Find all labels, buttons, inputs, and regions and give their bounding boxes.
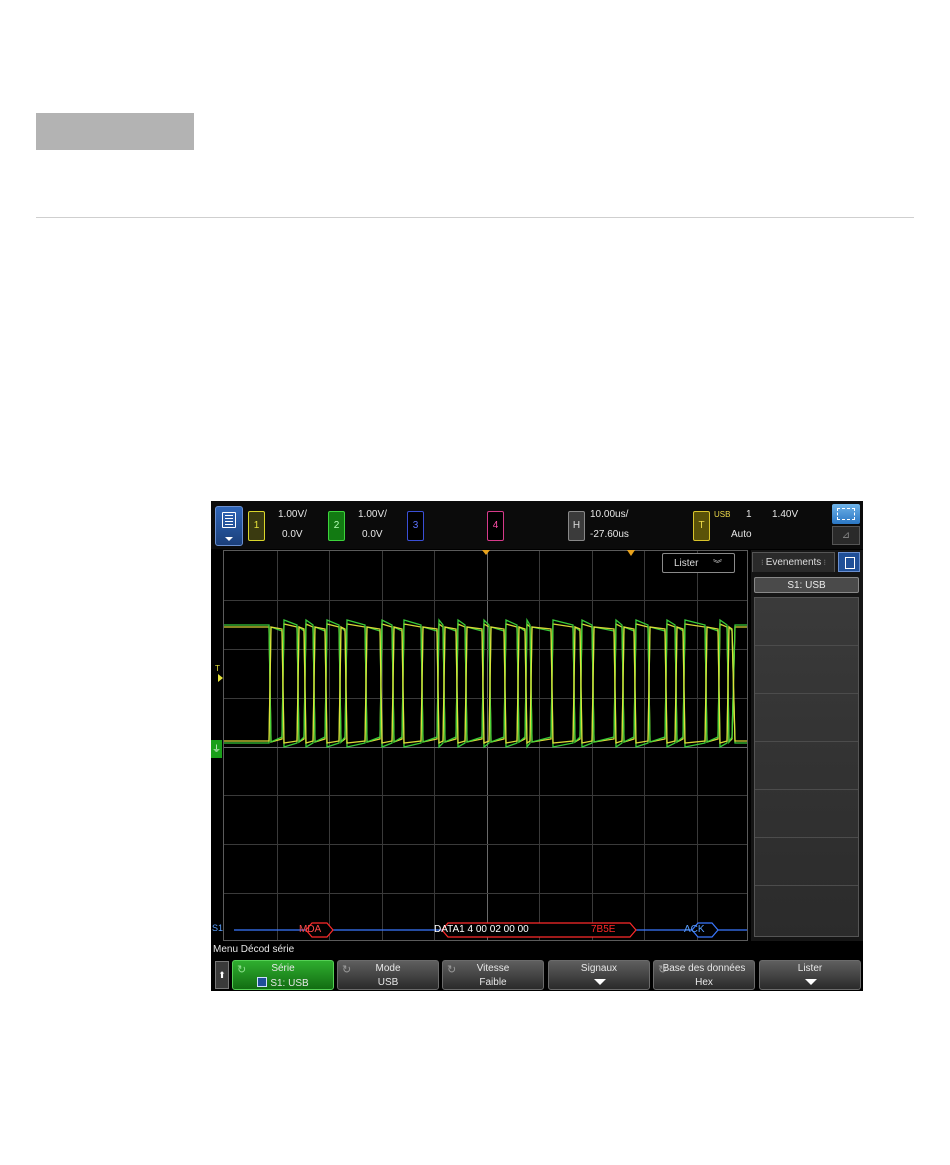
waveform-trace bbox=[224, 625, 747, 745]
decode-packet-data1: DATA1 4 00 02 00 00 bbox=[434, 924, 529, 935]
events-list[interactable] bbox=[754, 597, 859, 937]
trigger-channel: 1 bbox=[746, 509, 752, 520]
list-item bbox=[755, 646, 858, 694]
top-status-bar: 1 1.00V/ 0.0V 2 1.00V/ 0.0V 3 4 H 10.00u… bbox=[211, 501, 863, 549]
softkey-serie-label: Série bbox=[271, 963, 295, 974]
menu-title: Menu Décod série bbox=[213, 944, 295, 955]
softkey-serie[interactable]: ↻ Série S1: USB bbox=[232, 960, 334, 990]
list-item bbox=[755, 598, 858, 646]
softkey-signaux-label: Signaux bbox=[580, 963, 618, 974]
channel-4-badge[interactable]: 4 bbox=[487, 511, 504, 541]
horizontal-scale: 10.00us/ bbox=[590, 509, 629, 520]
channel-1-scale: 1.00V/ bbox=[278, 509, 307, 520]
trigger-level-label: T bbox=[215, 664, 220, 673]
horizontal-badge[interactable]: H bbox=[568, 511, 585, 541]
chevron-down-icon bbox=[225, 537, 233, 541]
softkey-vitesse-value: Faible bbox=[479, 977, 507, 988]
main-menu-button[interactable] bbox=[215, 506, 243, 546]
softkey-vitesse[interactable]: ↻ Vitesse Faible bbox=[442, 960, 544, 990]
channel-2-ground-marker[interactable]: ⏚ bbox=[211, 740, 222, 758]
softkey-lister[interactable]: Lister bbox=[759, 960, 861, 990]
channel-1-badge[interactable]: 1 bbox=[248, 511, 265, 541]
zoom-back-icon: ⊿ bbox=[832, 526, 860, 545]
channel-2-offset: 0.0V bbox=[362, 529, 383, 540]
menu-up-button[interactable]: ⬆ bbox=[215, 961, 229, 989]
trigger-position-marker bbox=[482, 550, 490, 555]
softkey-base-donnees-value: Hex bbox=[695, 977, 713, 988]
list-item bbox=[755, 838, 858, 886]
softkey-bar: ⬆ ↻ Série S1: USB ↻ Mode USB ↻ Vitesse F… bbox=[211, 959, 863, 991]
channel-1-offset: 0.0V bbox=[282, 529, 303, 540]
events-tab-label: Evenements bbox=[765, 557, 822, 568]
zoom-button[interactable]: ⊿ bbox=[832, 504, 860, 545]
events-tab[interactable]: ⁝ Evenements ⁝ bbox=[752, 552, 835, 572]
list-item bbox=[755, 790, 858, 838]
softkey-serie-value: S1: USB bbox=[270, 978, 309, 989]
menu-icon bbox=[222, 512, 236, 528]
double-chevron-down-icon: ︾ bbox=[712, 559, 722, 569]
waveform-trace bbox=[224, 617, 747, 745]
trigger-source: USB bbox=[714, 510, 731, 519]
softkey-mode-label: Mode bbox=[375, 963, 401, 974]
trigger-level-arrow-icon bbox=[218, 674, 223, 682]
softkey-vitesse-label: Vitesse bbox=[476, 963, 510, 974]
trigger-level: 1.40V bbox=[772, 509, 799, 520]
softkey-mode[interactable]: ↻ Mode USB bbox=[337, 960, 439, 990]
softkey-serie-value-wrap: S1: USB bbox=[233, 977, 333, 989]
lister-button-label: Lister bbox=[674, 558, 699, 569]
channel-2-badge[interactable]: 2 bbox=[328, 511, 345, 541]
waveform-graph bbox=[224, 551, 747, 940]
horizontal-delay: -27.60us bbox=[590, 529, 629, 540]
section-tab-block bbox=[36, 113, 194, 150]
events-column-header: S1: USB bbox=[754, 577, 859, 593]
events-panel: ⁝ Evenements ⁝ S1: USB bbox=[751, 550, 863, 941]
softkey-base-donnees-label: Base des données bbox=[662, 963, 746, 974]
lister-button[interactable]: Lister ︾ bbox=[662, 553, 735, 573]
decode-packet-mda: MDA bbox=[299, 924, 322, 935]
waveform-trace bbox=[224, 622, 747, 744]
channel-3-badge[interactable]: 3 bbox=[407, 511, 424, 541]
softkey-base-donnees[interactable]: ↻ Base des données Hex bbox=[653, 960, 755, 990]
tab-grip-icon: ⁝ bbox=[821, 558, 827, 567]
trigger-mode: Auto bbox=[731, 529, 752, 540]
events-menu-icon[interactable] bbox=[838, 552, 860, 572]
zoom-box-icon bbox=[832, 504, 860, 524]
channel-2-scale: 1.00V/ bbox=[358, 509, 387, 520]
horizontal-rule bbox=[36, 217, 914, 218]
list-item bbox=[755, 694, 858, 742]
serial-bus-icon bbox=[257, 977, 268, 987]
delay-position-marker bbox=[627, 550, 635, 556]
arrow-down-icon bbox=[805, 979, 817, 985]
softkey-mode-value: USB bbox=[377, 977, 399, 988]
waveform-trace bbox=[224, 625, 747, 749]
decode-packet-crc: 7B5E bbox=[591, 924, 616, 935]
arrow-down-icon bbox=[594, 979, 606, 985]
list-item bbox=[755, 742, 858, 790]
softkey-lister-label: Lister bbox=[797, 963, 823, 974]
waveform-plot[interactable] bbox=[223, 550, 748, 941]
decode-packet-ack: ACK bbox=[684, 924, 705, 935]
serial-bus-label: S1 bbox=[212, 923, 224, 933]
trigger-badge[interactable]: T bbox=[693, 511, 710, 541]
oscilloscope-screenshot: 1 1.00V/ 0.0V 2 1.00V/ 0.0V 3 4 H 10.00u… bbox=[211, 501, 863, 991]
softkey-signaux[interactable]: Signaux bbox=[548, 960, 650, 990]
